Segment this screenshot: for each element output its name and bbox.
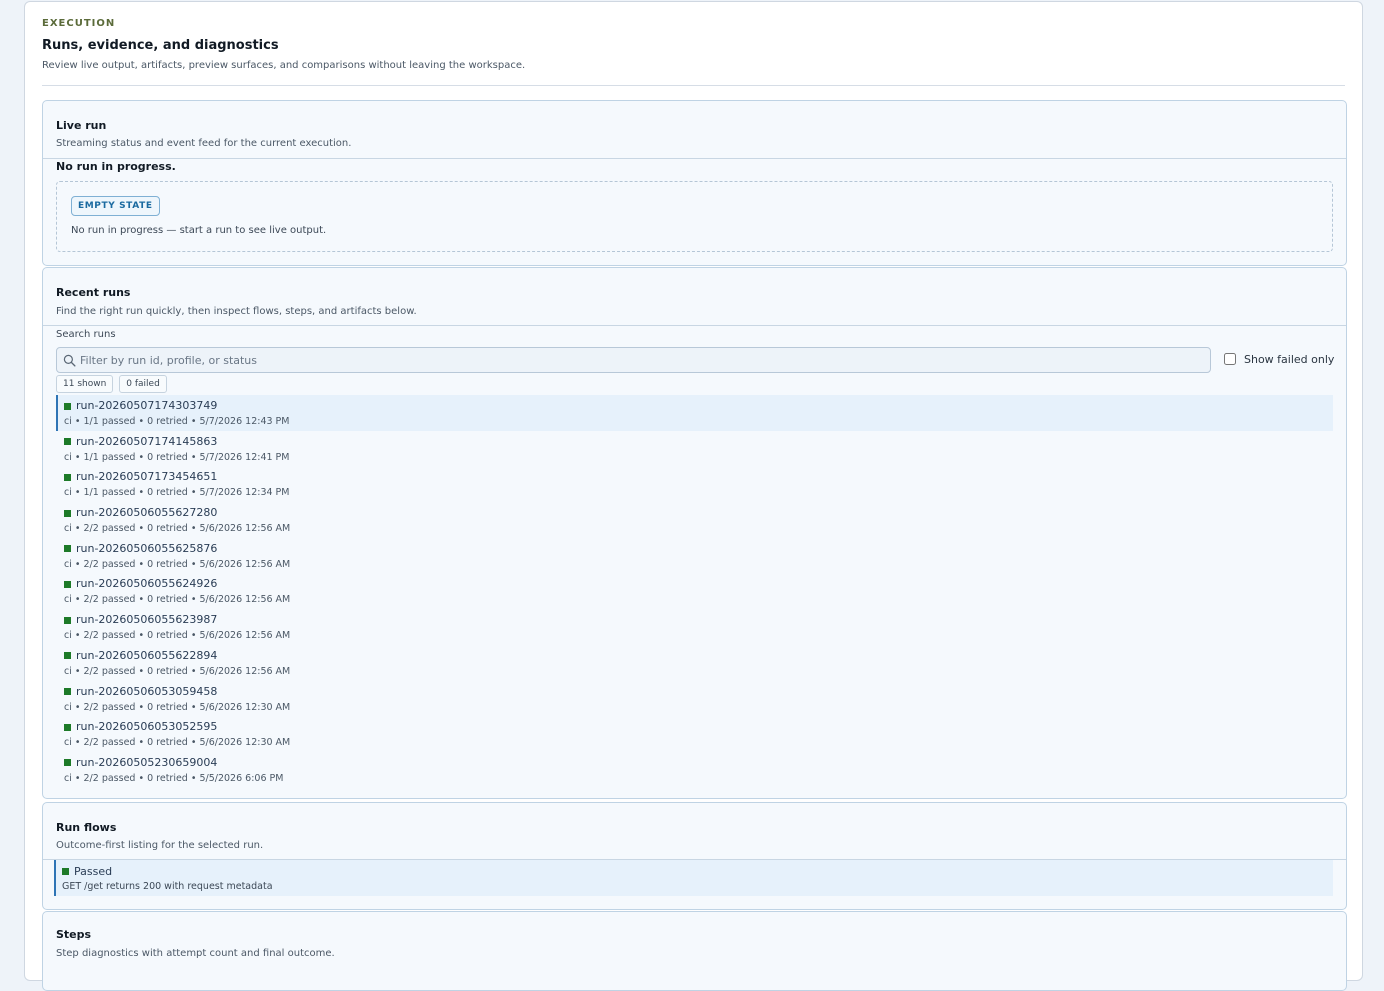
passed-status-icon (64, 402, 71, 410)
flow-description: GET /get returns 200 with request metada… (62, 881, 273, 892)
empty-state-text: No run in progress — start a run to see … (71, 225, 327, 236)
show-failed-label: Show failed only (1244, 352, 1335, 366)
live-run-subtitle: Streaming status and event feed for the … (56, 138, 352, 149)
run-id: run-20260507174145863 (76, 434, 218, 448)
search-box[interactable] (56, 347, 1211, 373)
run-row[interactable]: run-20260507174145863 ci • 1/1 passed • 0… (56, 431, 1333, 467)
flow-row[interactable]: Passed GET /get returns 200 with request… (54, 860, 1333, 896)
run-id: run-20260506053052595 (76, 720, 218, 734)
page-subtitle: Review live output, artifacts, preview s… (42, 60, 526, 71)
recent-runs-divider (43, 325, 1346, 326)
empty-state-box: EMPTY STATE No run in progress — start a… (56, 181, 1333, 252)
recent-runs-subtitle: Find the right run quickly, then inspect… (56, 306, 417, 317)
page-title: Runs, evidence, and diagnostics (42, 38, 279, 53)
show-failed-toggle[interactable]: Show failed only (1224, 351, 1334, 367)
run-meta: ci • 2/2 passed • 0 retried • 5/6/2026 1… (64, 701, 291, 713)
live-run-title: Live run (56, 119, 107, 132)
run-meta: ci • 2/2 passed • 0 retried • 5/6/2026 1… (64, 665, 291, 677)
steps-title: Steps (56, 928, 92, 941)
live-run-status: No run in progress. (56, 160, 176, 173)
run-row[interactable]: run-20260506053052595 ci • 2/2 passed • 0… (56, 716, 1333, 752)
run-row[interactable]: run-20260506055624926 ci • 2/2 passed • 0… (56, 573, 1333, 609)
run-row[interactable]: run-20260506053059458 ci • 2/2 passed • 0… (56, 681, 1333, 717)
failed-count-chip: 0 failed (119, 375, 167, 393)
passed-status-icon (64, 688, 71, 695)
run-meta: ci • 1/1 passed • 0 retried • 5/7/2026 1… (64, 451, 290, 463)
run-id: run-20260506055624926 (76, 577, 218, 591)
run-meta: ci • 1/1 passed • 0 retried • 5/7/2026 1… (64, 416, 290, 427)
run-flows-title: Run flows (56, 821, 117, 834)
empty-state-badge: EMPTY STATE (71, 196, 160, 216)
run-count-chips: 11 shown 0 failed (56, 375, 167, 393)
passed-status-icon (64, 616, 71, 624)
passed-status-icon (64, 545, 71, 553)
execution-workspace: EXECUTION Runs, evidence, and diagnostic… (24, 1, 1363, 991)
run-flows-subtitle: Outcome-first listing for the selected r… (56, 840, 264, 851)
search-runs-label: Search runs (56, 329, 116, 340)
run-id: run-20260506053059458 (76, 684, 218, 698)
passed-status-icon (64, 652, 71, 660)
shown-count-chip: 11 shown (56, 375, 114, 393)
run-meta: ci • 2/2 passed • 0 retried • 5/6/2026 1… (64, 630, 291, 642)
run-list: run-20260507174303749 ci • 1/1 passed • 0… (56, 395, 1333, 788)
run-row[interactable]: run-20260507174303749 ci • 1/1 passed • 0… (56, 395, 1333, 431)
show-failed-checkbox[interactable] (1224, 353, 1236, 365)
run-meta: ci • 2/2 passed • 0 retried • 5/6/2026 1… (64, 523, 291, 535)
run-id: run-20260506055627280 (76, 506, 218, 520)
section-eyebrow: EXECUTION (42, 18, 116, 29)
run-meta: ci • 2/2 passed • 0 retried • 5/6/2026 1… (64, 737, 291, 749)
run-id: run-20260507174303749 (76, 399, 218, 412)
run-meta: ci • 2/2 passed • 0 retried • 5/6/2026 1… (64, 558, 291, 570)
steps-panel: Steps Step diagnostics with attempt coun… (42, 911, 1347, 991)
live-run-panel: Live run Streaming status and event feed… (42, 100, 1347, 266)
live-run-divider (43, 158, 1346, 159)
search-icon (63, 354, 76, 367)
run-id: run-20260506055623987 (76, 613, 218, 627)
passed-status-icon (64, 580, 71, 588)
recent-runs-title: Recent runs (56, 286, 131, 299)
run-row[interactable]: run-20260506055623987 ci • 2/2 passed • 0… (56, 609, 1333, 645)
passed-status-icon (64, 759, 71, 767)
run-meta: ci • 2/2 passed • 0 retried • 5/5/2026 6… (64, 772, 284, 784)
run-meta: ci • 2/2 passed • 0 retried • 5/6/2026 1… (64, 594, 291, 606)
passed-status-icon (64, 723, 71, 731)
run-row[interactable]: run-20260505230659004 ci • 2/2 passed • 0… (56, 752, 1333, 788)
run-row[interactable]: run-20260506055625876 ci • 2/2 passed • 0… (56, 538, 1333, 574)
flow-status: Passed (74, 864, 113, 878)
passed-status-icon (62, 867, 69, 875)
run-row[interactable]: run-20260506055622894 ci • 2/2 passed • 0… (56, 645, 1333, 681)
recent-runs-panel: Recent runs Find the right run quickly, … (42, 267, 1347, 799)
run-row[interactable]: run-20260507173454651 ci • 1/1 passed • 0… (56, 466, 1333, 502)
run-flows-panel: Run flows Outcome-first listing for the … (42, 802, 1347, 910)
header-divider (42, 85, 1345, 86)
run-id: run-20260506055625876 (76, 541, 218, 555)
run-id: run-20260507173454651 (76, 470, 218, 484)
passed-status-icon (64, 473, 71, 481)
run-id: run-20260506055622894 (76, 648, 218, 662)
steps-subtitle: Step diagnostics with attempt count and … (56, 948, 335, 959)
passed-status-icon (64, 509, 71, 517)
run-id: run-20260505230659004 (76, 755, 218, 769)
run-row[interactable]: run-20260506055627280 ci • 2/2 passed • 0… (56, 502, 1333, 538)
search-runs-input[interactable] (80, 349, 1200, 371)
passed-status-icon (64, 438, 71, 446)
run-meta: ci • 1/1 passed • 0 retried • 5/7/2026 1… (64, 487, 290, 499)
